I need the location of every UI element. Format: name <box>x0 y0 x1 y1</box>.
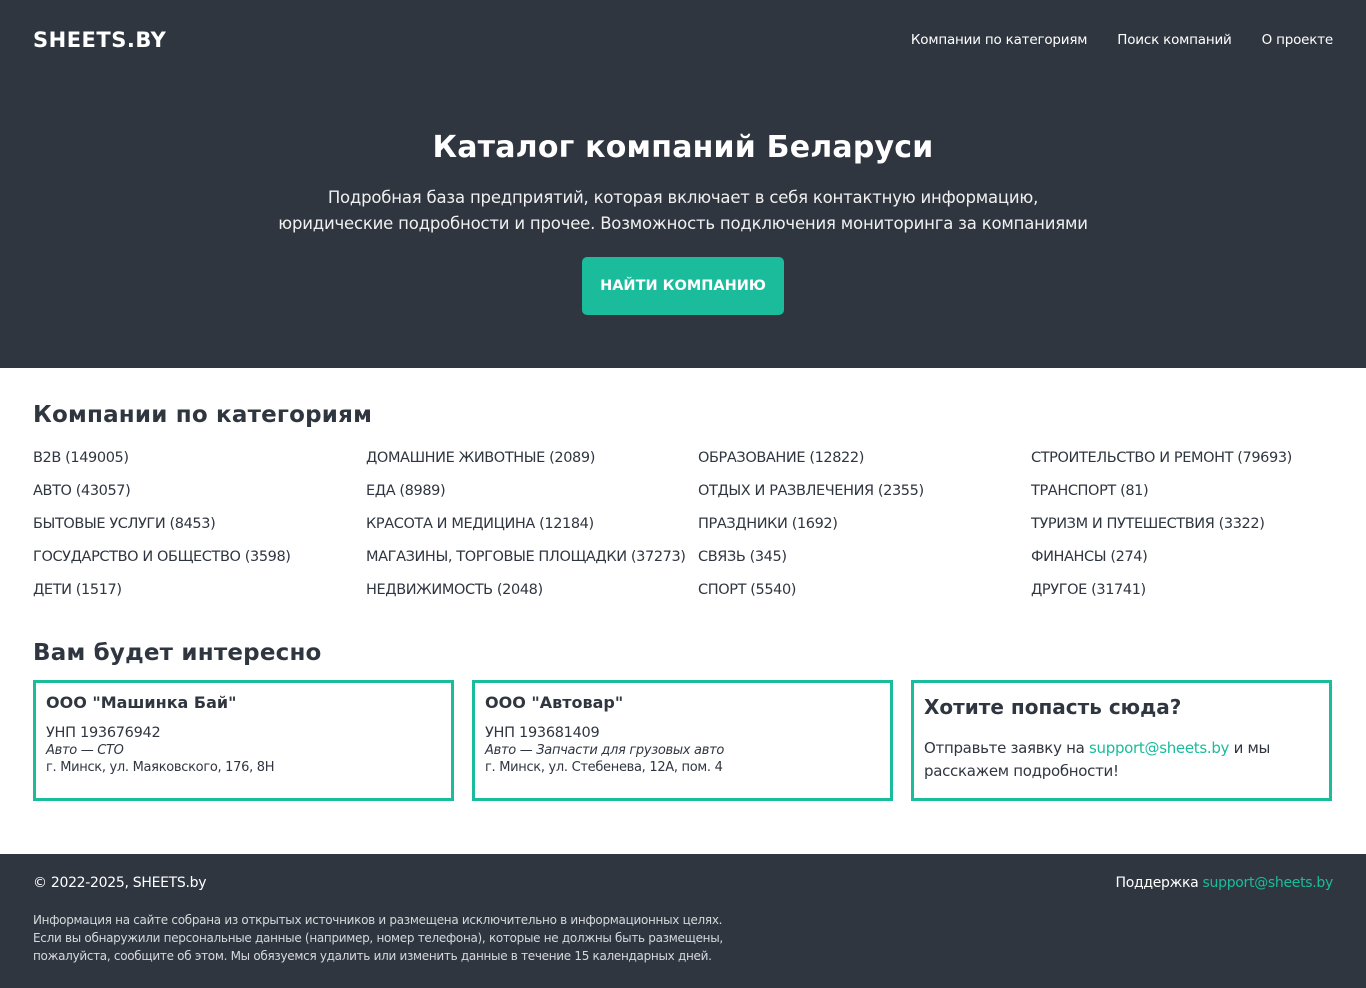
promo-text-after-1: и мы <box>1233 739 1271 757</box>
category-link-construction[interactable]: СТРОИТЕЛЬСТВО И РЕМОНТ (79693) <box>1031 442 1333 475</box>
category-link-food[interactable]: ЕДА (8989) <box>366 475 698 508</box>
categories-section: Компании по категориям B2B (149005) АВТО… <box>0 368 1366 801</box>
category-link-auto[interactable]: АВТО (43057) <box>33 475 366 508</box>
category-link-tourism[interactable]: ТУРИЗМ И ПУТЕШЕСТВИЯ (3322) <box>1031 508 1333 541</box>
hero-title: Каталог компаний Беларуси <box>432 130 934 165</box>
category-link-education[interactable]: ОБРАЗОВАНИЕ (12822) <box>698 442 1031 475</box>
promo-card: Хотите попасть сюда? Отправьте заявку на… <box>911 680 1332 801</box>
hero-subtitle-line-1: Подробная база предприятий, которая вклю… <box>327 188 1039 207</box>
category-link-household[interactable]: БЫТОВЫЕ УСЛУГИ (8453) <box>33 508 366 541</box>
company-name-link[interactable]: ООО "Машинка Бай" <box>46 693 441 715</box>
top-navbar: SHEETS.BY Компании по категориям Поиск к… <box>0 0 1366 80</box>
footer-support-label: Поддержка <box>1115 875 1199 891</box>
promo-title: Хотите попасть сюда? <box>924 695 1182 719</box>
company-address: г. Минск, ул. Маяковского, 176, 8Н <box>46 760 275 775</box>
category-link-transport[interactable]: ТРАНСПОРТ (81) <box>1031 475 1333 508</box>
hero-section: SHEETS.BY Компании по категориям Поиск к… <box>0 0 1366 368</box>
footer-disclaimer: Информация на сайте собрана из открытых … <box>33 911 1333 965</box>
promo-email-link[interactable]: support@sheets.by <box>1089 739 1229 757</box>
promo-text-before: Отправьте заявку на <box>924 739 1085 757</box>
category-link-finance[interactable]: ФИНАНСЫ (274) <box>1031 541 1333 574</box>
footer-note-line-1: Информация на сайте собрана из открытых … <box>33 913 723 927</box>
promo-text-after-2: расскажем подробности! <box>924 762 1119 780</box>
hero-body: Каталог компаний Беларуси Подробная база… <box>0 80 1366 315</box>
category-link-government[interactable]: ГОСУДАРСТВО И ОБЩЕСТВО (3598) <box>33 541 366 574</box>
nav-link-search[interactable]: Поиск компаний <box>1117 32 1232 48</box>
category-link-kids[interactable]: ДЕТИ (1517) <box>33 574 366 607</box>
company-category: Авто — СТО <box>46 743 124 758</box>
category-link-pets[interactable]: ДОМАШНИЕ ЖИВОТНЫЕ (2089) <box>366 442 698 475</box>
category-link-beauty[interactable]: КРАСОТА И МЕДИЦИНА (12184) <box>366 508 698 541</box>
footer-top-row: © 2022-2025, SHEETS.by Поддержка support… <box>33 854 1333 891</box>
site-footer: © 2022-2025, SHEETS.by Поддержка support… <box>0 854 1366 988</box>
category-link-leisure[interactable]: ОТДЫХ И РАЗВЛЕЧЕНИЯ (2355) <box>698 475 1031 508</box>
nav-link-categories[interactable]: Компании по категориям <box>911 32 1088 48</box>
categories-column-1: B2B (149005) АВТО (43057) БЫТОВЫЕ УСЛУГИ… <box>33 442 366 607</box>
categories-column-4: СТРОИТЕЛЬСТВО И РЕМОНТ (79693) ТРАНСПОРТ… <box>1031 442 1333 607</box>
find-company-button[interactable]: НАЙТИ КОМПАНИЮ <box>582 257 784 315</box>
category-link-holidays[interactable]: ПРАЗДНИКИ (1692) <box>698 508 1031 541</box>
category-link-b2b[interactable]: B2B (149005) <box>33 442 366 475</box>
footer-copyright: © 2022-2025, SHEETS.by <box>33 875 207 891</box>
company-name-link[interactable]: ООО "Автовар" <box>485 693 880 715</box>
company-category: Авто — Запчасти для грузовых авто <box>485 743 724 758</box>
category-link-sport[interactable]: СПОРТ (5540) <box>698 574 1031 607</box>
site-logo[interactable]: SHEETS.BY <box>33 28 166 52</box>
interest-title: Вам будет интересно <box>33 640 322 666</box>
hero-subtitle-line-2: юридические подробности и прочее. Возмож… <box>278 214 1088 233</box>
category-link-telecom[interactable]: СВЯЗЬ (345) <box>698 541 1031 574</box>
category-link-realty[interactable]: НЕДВИЖИМОСТЬ (2048) <box>366 574 698 607</box>
company-card: ООО "Автовар" УНП 193681409 Авто — Запча… <box>472 680 893 801</box>
company-card: ООО "Машинка Бай" УНП 193676942 Авто — С… <box>33 680 454 801</box>
categories-grid: B2B (149005) АВТО (43057) БЫТОВЫЕ УСЛУГИ… <box>33 442 1333 607</box>
nav-link-about[interactable]: О проекте <box>1262 32 1334 48</box>
company-unp: УНП 193681409 <box>485 725 600 741</box>
footer-note-line-3: пожалуйста, сообщите об этом. Мы обязуем… <box>33 949 712 963</box>
categories-title: Компании по категориям <box>33 402 373 428</box>
company-unp: УНП 193676942 <box>46 725 161 741</box>
hero-subtitle: Подробная база предприятий, которая вклю… <box>0 185 1366 237</box>
footer-note-line-2: Если вы обнаружили персональные данные (… <box>33 931 723 945</box>
footer-support-email-link[interactable]: support@sheets.by <box>1203 875 1334 891</box>
category-link-other[interactable]: ДРУГОЕ (31741) <box>1031 574 1333 607</box>
main-nav: Компании по категориям Поиск компаний О … <box>911 32 1333 48</box>
interest-cards: ООО "Машинка Бай" УНП 193676942 Авто — С… <box>33 680 1333 801</box>
promo-text: Отправьте заявку на support@sheets.by и … <box>924 737 1319 783</box>
footer-support: Поддержка support@sheets.by <box>1115 875 1333 891</box>
categories-column-2: ДОМАШНИЕ ЖИВОТНЫЕ (2089) ЕДА (8989) КРАС… <box>366 442 698 607</box>
company-address: г. Минск, ул. Стебенева, 12А, пом. 4 <box>485 760 723 775</box>
categories-column-3: ОБРАЗОВАНИЕ (12822) ОТДЫХ И РАЗВЛЕЧЕНИЯ … <box>698 442 1031 607</box>
category-link-shops[interactable]: МАГАЗИНЫ, ТОРГОВЫЕ ПЛОЩАДКИ (37273) <box>366 541 698 574</box>
